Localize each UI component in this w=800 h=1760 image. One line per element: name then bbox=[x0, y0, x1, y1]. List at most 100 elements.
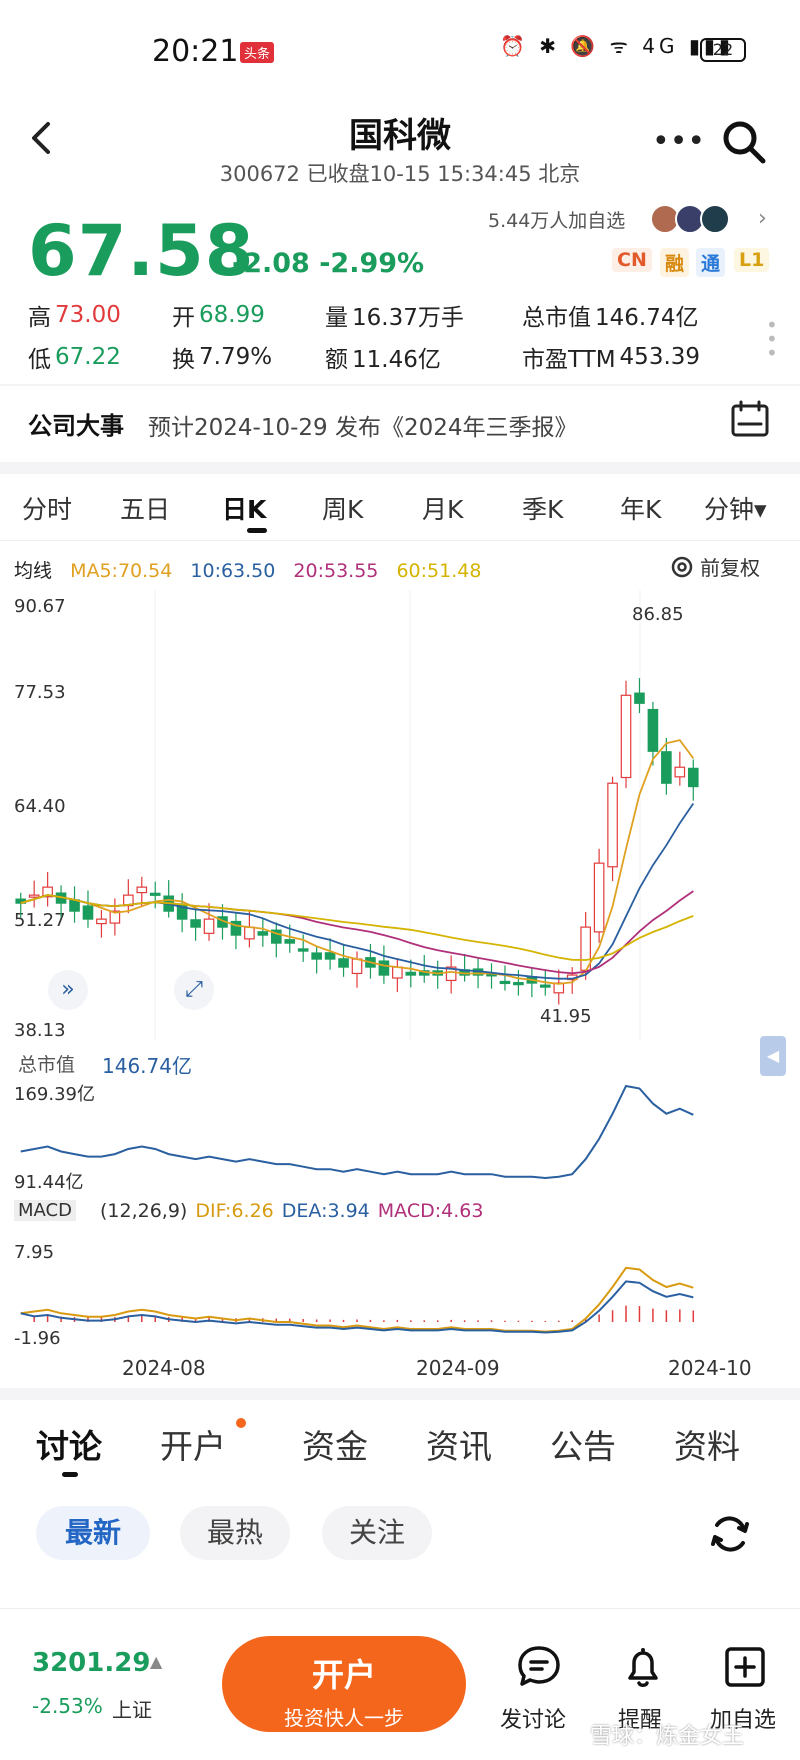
candle bbox=[82, 905, 94, 920]
post-discussion-label[interactable]: 发讨论 bbox=[500, 1702, 566, 1734]
tab-profile[interactable]: 资料 bbox=[674, 1420, 740, 1468]
active-tab-indicator bbox=[247, 528, 267, 533]
candle bbox=[244, 926, 255, 940]
more-icon[interactable]: ••• bbox=[652, 124, 705, 159]
candle bbox=[203, 918, 215, 934]
ma-label: 均线 bbox=[14, 560, 53, 582]
tab-daily-k[interactable]: 日K bbox=[222, 490, 266, 526]
fullscreen-icon[interactable]: ⤢ bbox=[174, 970, 214, 1010]
event-text[interactable]: 预计2024-10-29 发布《2024年三季报》 bbox=[148, 408, 578, 442]
index-name: 上证 bbox=[112, 1698, 152, 1722]
adjust-label: 前复权 bbox=[700, 556, 760, 580]
ma-legend: 均线 MA5:70.54 10:63.50 20:53.55 60:51.48 bbox=[14, 556, 493, 583]
tab-weekly-k[interactable]: 周K bbox=[322, 490, 363, 526]
tab-5day[interactable]: 五日 bbox=[120, 490, 170, 526]
candle bbox=[540, 984, 551, 988]
stat-pe-ttm: 市盈TTM 453.39 bbox=[522, 344, 701, 373]
tab-discussion[interactable]: 讨论 bbox=[36, 1420, 102, 1468]
ma20-label: 20:53.55 bbox=[293, 560, 379, 582]
market-cap-label: 总市值 bbox=[18, 1054, 76, 1076]
stock-subtitle: 300672 已收盘10-15 15:34:45 北京 bbox=[219, 162, 581, 186]
candle bbox=[405, 971, 417, 976]
x-axis-label: 2024-08 bbox=[122, 1356, 206, 1380]
filter-hot[interactable]: 最热 bbox=[180, 1506, 290, 1560]
tab-yearly-k[interactable]: 年K bbox=[620, 490, 661, 526]
candle bbox=[607, 782, 618, 868]
calendar-icon[interactable] bbox=[730, 400, 770, 438]
candle bbox=[136, 886, 148, 894]
candle bbox=[647, 708, 659, 752]
candle bbox=[311, 952, 322, 960]
macd-values: (12,26,9) DIF:6.26 DEA:3.94 MACD:4.63 bbox=[100, 1200, 484, 1222]
market-cap-value: 146.74亿 bbox=[102, 1054, 192, 1078]
filter-following[interactable]: 关注 bbox=[322, 1506, 432, 1560]
stat-open: 开 68.99 bbox=[172, 302, 265, 331]
tab-open-account[interactable]: 开户 bbox=[160, 1420, 226, 1468]
divider bbox=[0, 540, 800, 541]
ma10-label: 10:63.50 bbox=[190, 560, 276, 582]
candle bbox=[284, 939, 296, 944]
price-change: -2.08 -2.99% bbox=[232, 248, 425, 279]
divider bbox=[0, 384, 800, 386]
max-price-label: 86.85 bbox=[632, 604, 684, 625]
candle bbox=[351, 958, 363, 975]
candle bbox=[338, 958, 349, 968]
candle bbox=[149, 892, 161, 896]
market-cap-chart bbox=[20, 1084, 694, 1180]
refresh-icon[interactable] bbox=[706, 1510, 754, 1558]
post-discussion-icon[interactable] bbox=[516, 1644, 562, 1690]
collapse-icon[interactable]: ◀ bbox=[760, 1036, 786, 1076]
tab-monthly-k[interactable]: 月K bbox=[422, 490, 463, 526]
bell-icon[interactable] bbox=[620, 1644, 666, 1690]
tag-connect: 通 bbox=[696, 248, 726, 277]
divider bbox=[0, 462, 800, 474]
tab-quarterly-k[interactable]: 季K bbox=[522, 490, 563, 526]
ma-line bbox=[20, 894, 694, 961]
candle bbox=[297, 948, 309, 952]
followers-count[interactable]: 5.44万人加自选 bbox=[488, 206, 625, 233]
tab-minute[interactable]: 分钟▾ bbox=[704, 490, 767, 526]
candlestick-chart[interactable] bbox=[0, 590, 800, 1040]
candle bbox=[392, 966, 403, 979]
battery-indicator: 22 bbox=[700, 38, 746, 62]
candle bbox=[69, 899, 80, 912]
macd-label[interactable]: MACD bbox=[14, 1200, 76, 1221]
current-price: 67.58 bbox=[28, 210, 255, 292]
candle bbox=[499, 980, 511, 985]
candle bbox=[28, 894, 40, 898]
min-price-label: 41.95 bbox=[540, 1006, 592, 1027]
candle bbox=[620, 694, 632, 779]
stat-volume: 量 16.37万手 bbox=[325, 305, 464, 331]
candle bbox=[661, 751, 672, 784]
adjust-toggle[interactable]: 前复权 bbox=[670, 552, 760, 581]
candle bbox=[190, 919, 201, 928]
tab-announcements[interactable]: 公告 bbox=[550, 1420, 616, 1468]
candle bbox=[634, 692, 645, 704]
candle bbox=[513, 982, 524, 986]
candle bbox=[257, 931, 269, 936]
notification-badge: 头条 bbox=[240, 42, 275, 63]
open-account-label: 开户 bbox=[311, 1656, 376, 1694]
ma60-label: 60:51.48 bbox=[396, 560, 482, 582]
tab-intraday[interactable]: 分时 bbox=[22, 490, 72, 526]
candle bbox=[687, 767, 699, 788]
candle bbox=[378, 960, 390, 976]
kebab-icon[interactable]: • • • bbox=[766, 315, 778, 363]
index-value[interactable]: 3201.29 bbox=[32, 1648, 150, 1678]
tab-funds[interactable]: 资金 bbox=[302, 1420, 368, 1468]
chevron-right-icon[interactable]: › bbox=[758, 206, 767, 231]
stat-low: 低 67.22 bbox=[28, 344, 121, 373]
event-title: 公司大事 bbox=[28, 412, 124, 440]
stat-high: 高 73.00 bbox=[28, 302, 121, 331]
filter-latest[interactable]: 最新 bbox=[36, 1506, 150, 1560]
search-icon[interactable] bbox=[720, 118, 768, 166]
status-clock: 20:21 bbox=[152, 34, 239, 69]
settings-icon bbox=[671, 556, 693, 577]
candle bbox=[674, 766, 686, 778]
ma5-label: MA5:70.54 bbox=[70, 560, 173, 582]
open-account-button[interactable]: 开户 投资快人一步 bbox=[222, 1636, 466, 1732]
expand-right-icon[interactable]: » bbox=[48, 970, 88, 1010]
status-icons: ⏰ ✱ 🔕 ᯤ 4G ▮▮▮ bbox=[500, 34, 734, 58]
add-watchlist-icon[interactable] bbox=[722, 1644, 768, 1690]
tab-news[interactable]: 资讯 bbox=[426, 1420, 492, 1468]
